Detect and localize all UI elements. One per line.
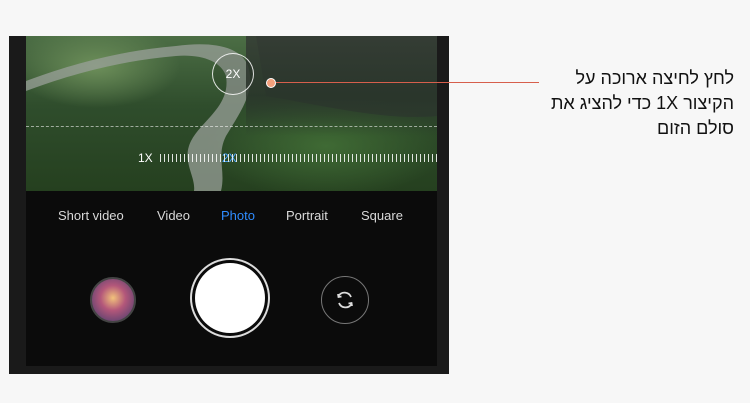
mode-selector: Short video Video Photo Portrait Square (26, 208, 437, 228)
shutter-button[interactable] (195, 263, 265, 333)
focus-guide-line (26, 126, 437, 127)
phone-bottom-edge (9, 366, 449, 374)
zoom-ticks (160, 154, 437, 162)
callout-line (276, 82, 539, 83)
callout-text: לחץ לחיצה ארוכה על הקיצור 1X כדי להציג א… (550, 68, 734, 138)
callout-dot (266, 78, 276, 88)
switch-camera-icon (337, 291, 353, 309)
phone-edge-left (9, 36, 26, 374)
mode-portrait[interactable]: Portrait (286, 208, 328, 223)
mode-short-video[interactable]: Short video (58, 208, 124, 223)
zoom-scale[interactable]: 1X 2X (138, 149, 437, 169)
switch-camera-button[interactable] (321, 276, 369, 324)
mode-video[interactable]: Video (157, 208, 190, 223)
gallery-thumbnail[interactable] (90, 277, 136, 323)
zoom-bubble[interactable]: 2X (212, 53, 254, 95)
camera-viewfinder[interactable]: 2X 1X 2X (26, 36, 437, 191)
zoom-1x-label[interactable]: 1X (138, 151, 153, 165)
phone-edge-right (437, 36, 449, 374)
mode-photo[interactable]: Photo (221, 208, 255, 223)
mode-square[interactable]: Square (361, 208, 403, 223)
